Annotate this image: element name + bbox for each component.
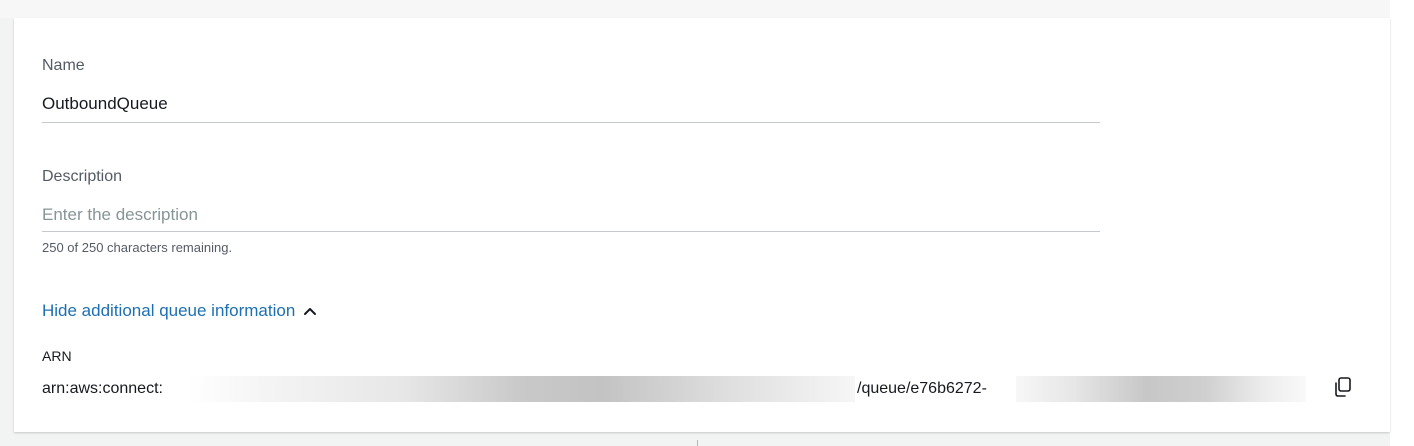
hide-additional-info-label: Hide additional queue information: [42, 301, 296, 320]
hide-additional-info-link[interactable]: Hide additional queue information: [42, 301, 317, 321]
arn-queue-segment: /queue/e76b6272-: [857, 380, 987, 397]
name-field-underline: [42, 122, 1100, 123]
description-field-underline: [42, 231, 1100, 232]
arn-prefix: arn:aws:connect:: [42, 380, 163, 397]
copy-icon[interactable]: [1332, 376, 1354, 398]
arn-value: arn:aws:connect: /queue/e76b6272-: [42, 376, 1351, 402]
top-background-strip: [0, 0, 1414, 18]
chevron-up-icon: [304, 308, 317, 315]
arn-label: ARN: [42, 348, 72, 364]
arn-redacted-suffix: [1016, 376, 1306, 402]
description-label: Description: [42, 168, 123, 185]
queue-details-panel: Name OutboundQueue Description 250 of 25…: [14, 18, 1390, 432]
description-character-counter: 250 of 250 characters remaining.: [42, 240, 233, 255]
name-value[interactable]: OutboundQueue: [42, 94, 168, 114]
description-input[interactable]: [42, 204, 1098, 226]
bottom-tick-mark: [697, 440, 698, 446]
arn-redacted-segment: [188, 376, 855, 402]
name-label: Name: [42, 57, 85, 74]
right-page-margin: [1390, 0, 1414, 446]
